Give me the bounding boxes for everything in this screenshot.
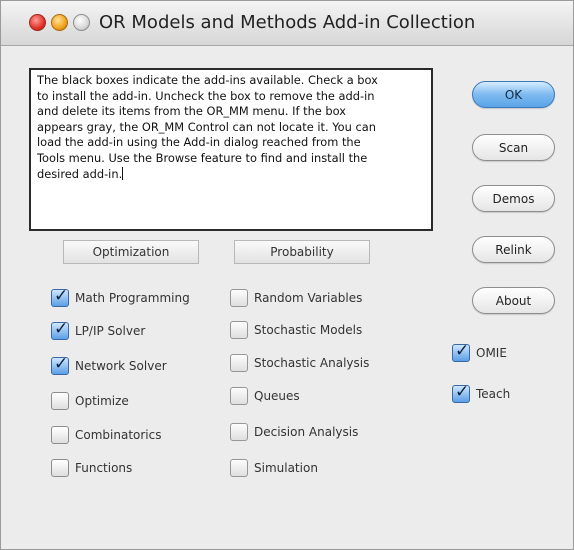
omie-label: OMIE (476, 346, 507, 360)
option-lp-ip-solver[interactable]: ✓ LP/IP Solver (51, 319, 146, 341)
scan-button[interactable]: Scan (472, 134, 555, 161)
checkmark-icon: ✓ (455, 382, 470, 402)
relink-button[interactable]: Relink (472, 236, 555, 263)
stochastic-models-label: Stochastic Models (254, 323, 363, 337)
ok-button[interactable]: OK (472, 81, 555, 108)
option-decision-analysis[interactable]: Decision Analysis (230, 422, 358, 442)
option-combinatorics[interactable]: Combinatorics (51, 425, 161, 445)
optimize-label: Optimize (75, 394, 129, 408)
network-solver-label: Network Solver (75, 359, 167, 373)
random-variables-label: Random Variables (254, 291, 363, 305)
checkmark-icon: ✓ (455, 341, 470, 361)
simulation-label: Simulation (254, 461, 318, 475)
simulation-checkbox[interactable] (230, 459, 248, 477)
title-bar[interactable]: OR Models and Methods Add-in Collection (1, 1, 573, 46)
network-solver-checkbox[interactable]: ✓ (51, 354, 69, 375)
window-title: OR Models and Methods Add-in Collection (99, 12, 476, 33)
add-in-dialog-window: OR Models and Methods Add-in Collection … (0, 0, 574, 550)
option-network-solver[interactable]: ✓ Network Solver (51, 354, 167, 376)
queues-checkbox[interactable] (230, 387, 248, 405)
option-optimize[interactable]: Optimize (51, 391, 129, 411)
info-line: The black boxes indicate the add-ins ava… (37, 73, 378, 87)
stochastic-models-checkbox[interactable] (230, 321, 248, 339)
probability-group-button[interactable]: Probability (234, 240, 370, 264)
demos-button[interactable]: Demos (472, 185, 555, 212)
math-programming-checkbox[interactable]: ✓ (51, 286, 69, 307)
option-omie[interactable]: ✓ OMIE (452, 341, 507, 363)
info-line: appears gray, the OR_MM Control can not … (37, 119, 376, 134)
close-window-button[interactable] (29, 14, 46, 31)
text-caret (122, 166, 124, 180)
functions-label: Functions (75, 461, 133, 475)
zoom-window-button[interactable] (73, 14, 90, 31)
omie-checkbox[interactable]: ✓ (452, 341, 470, 362)
option-teach[interactable]: ✓ Teach (452, 382, 511, 404)
decision-analysis-checkbox[interactable] (230, 423, 248, 441)
option-stochastic-models[interactable]: Stochastic Models (230, 320, 362, 340)
checkmark-icon: ✓ (54, 286, 69, 306)
option-stochastic-analysis[interactable]: Stochastic Analysis (230, 353, 369, 373)
lp-ip-solver-checkbox[interactable]: ✓ (51, 319, 69, 340)
info-line: to install the add-in. Uncheck the box t… (37, 88, 375, 103)
info-line-last: desired add-in. (37, 166, 425, 183)
optimize-checkbox[interactable] (51, 392, 69, 410)
random-variables-checkbox[interactable] (230, 289, 248, 307)
option-queues[interactable]: Queues (230, 386, 300, 406)
checkmark-icon: ✓ (54, 354, 69, 374)
decision-analysis-label: Decision Analysis (254, 425, 359, 439)
stochastic-analysis-checkbox[interactable] (230, 354, 248, 372)
lp-ip-solver-label: LP/IP Solver (75, 324, 146, 338)
math-programming-label: Math Programming (75, 291, 190, 305)
option-math-programming[interactable]: ✓ Math Programming (51, 286, 190, 308)
info-line-text: desired add-in. (37, 166, 123, 181)
queues-label: Queues (254, 389, 300, 403)
info-text-area[interactable]: The black boxes indicate the add-ins ava… (29, 68, 433, 231)
checkmark-icon: ✓ (54, 319, 69, 339)
option-functions[interactable]: Functions (51, 458, 132, 478)
about-button[interactable]: About (472, 287, 555, 314)
info-line: load the add-in using the Add-in dialog … (37, 135, 361, 150)
teach-label: Teach (476, 387, 511, 401)
combinatorics-label: Combinatorics (75, 428, 162, 442)
teach-checkbox[interactable]: ✓ (452, 382, 470, 403)
info-line: Tools menu. Use the Browse feature to fi… (37, 150, 368, 165)
minimize-window-button[interactable] (51, 14, 68, 31)
option-simulation[interactable]: Simulation (230, 458, 318, 478)
functions-checkbox[interactable] (51, 459, 69, 477)
optimization-group-button[interactable]: Optimization (63, 240, 199, 264)
info-line: and delete its items from the OR_MM menu… (37, 104, 347, 119)
stochastic-analysis-label: Stochastic Analysis (254, 356, 370, 370)
combinatorics-checkbox[interactable] (51, 426, 69, 444)
option-random-variables[interactable]: Random Variables (230, 288, 362, 308)
